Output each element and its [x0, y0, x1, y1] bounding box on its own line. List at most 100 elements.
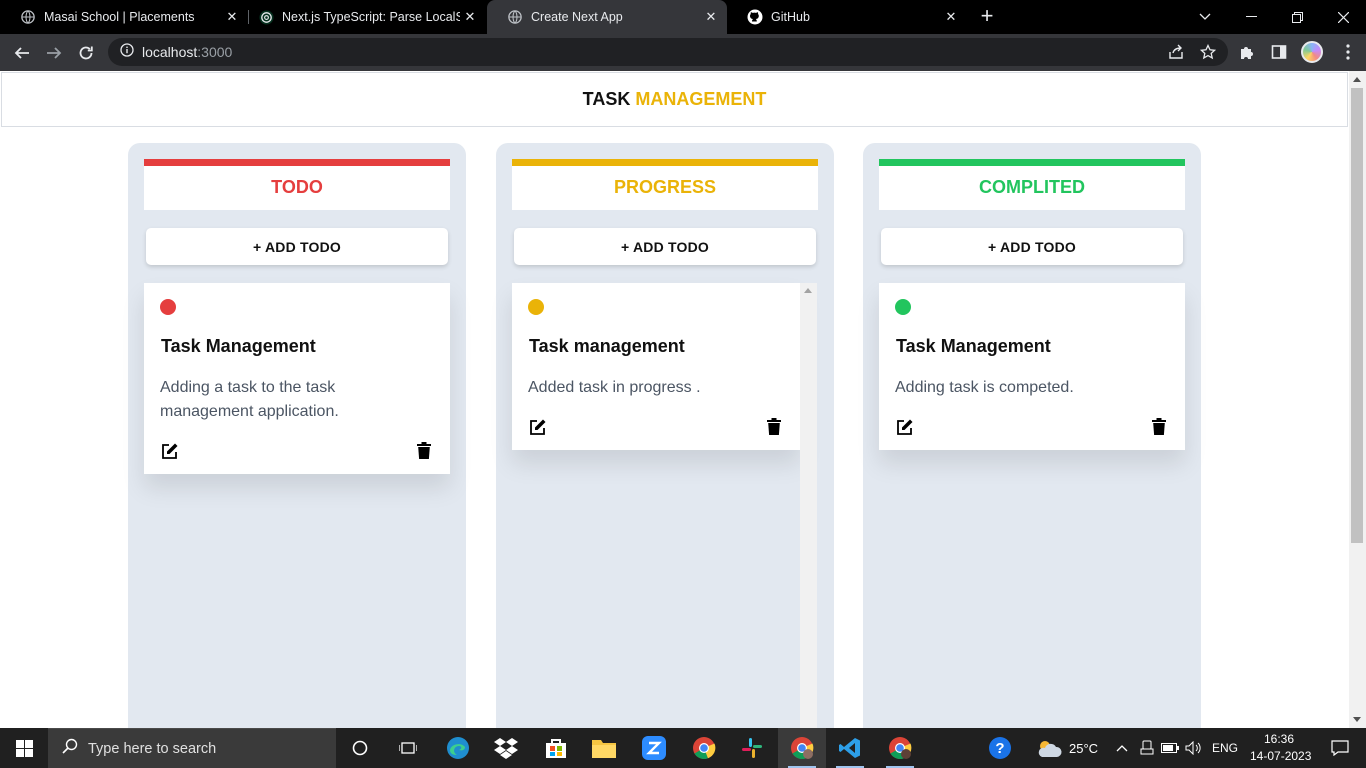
- status-dot: [160, 299, 176, 315]
- search-icon: [62, 738, 78, 759]
- column-title: COMPLITED: [979, 177, 1085, 197]
- chrome-icon[interactable]: [680, 728, 728, 768]
- weather-cloud-icon[interactable]: [1026, 728, 1072, 768]
- trash-icon[interactable]: [417, 442, 431, 460]
- app-header: TASK MANAGEMENT: [1, 72, 1348, 127]
- windows-taskbar: Type here to search ? 25°C ENG 16:36 14-…: [0, 728, 1366, 768]
- new-tab-plus-icon[interactable]: +: [976, 5, 998, 27]
- browser-toolbar: localhost:3000: [0, 34, 1366, 71]
- edit-icon[interactable]: [896, 418, 914, 436]
- tab-create-next-app[interactable]: Create Next App ✕: [487, 0, 727, 34]
- tab-title: Next.js TypeScript: Parse LocalSto: [282, 10, 460, 24]
- back-arrow-icon[interactable]: [9, 40, 35, 66]
- tab-github[interactable]: GitHub ✕: [727, 0, 967, 34]
- extensions-puzzle-icon[interactable]: [1237, 42, 1257, 62]
- battery-icon[interactable]: [1158, 728, 1182, 768]
- column-color-bar: [879, 159, 1185, 166]
- close-icon[interactable]: ✕: [701, 9, 721, 25]
- column-color-bar: [144, 159, 450, 166]
- input-language[interactable]: ENG: [1212, 741, 1238, 755]
- taskbar-search-box[interactable]: Type here to search: [48, 728, 336, 768]
- task-description: Added task in progress .: [528, 379, 701, 396]
- column-title: TODO: [271, 177, 323, 197]
- task-title: Task management: [529, 336, 685, 356]
- trash-icon[interactable]: [767, 418, 781, 436]
- add-todo-button[interactable]: + ADD TODO: [881, 228, 1183, 265]
- scrollbar-thumb[interactable]: [1351, 88, 1363, 543]
- restore-icon[interactable]: [1274, 0, 1320, 34]
- chrome-profile-active-icon[interactable]: [778, 728, 826, 768]
- tab-title: GitHub: [771, 10, 810, 24]
- trash-icon[interactable]: [1152, 418, 1166, 436]
- github-icon: [747, 9, 763, 25]
- close-icon[interactable]: ✕: [941, 9, 961, 25]
- close-icon[interactable]: ✕: [460, 9, 480, 25]
- column-header: COMPLITED: [879, 159, 1185, 210]
- add-todo-button[interactable]: + ADD TODO: [514, 228, 816, 265]
- profile-avatar[interactable]: [1301, 41, 1323, 63]
- dropbox-icon[interactable]: [482, 728, 530, 768]
- app-title-management: MANAGEMENT: [635, 89, 767, 109]
- more-vertical-icon[interactable]: [1338, 42, 1358, 62]
- share-icon[interactable]: [1166, 42, 1186, 62]
- chatgpt-icon: [258, 9, 274, 25]
- url-port: :3000: [197, 44, 233, 60]
- minimize-icon[interactable]: [1228, 0, 1274, 34]
- edit-icon[interactable]: [529, 418, 547, 436]
- task-card: Task Management Adding a task to the tas…: [144, 283, 450, 474]
- url-host: localhost: [142, 44, 198, 60]
- forward-arrow-icon[interactable]: [41, 40, 67, 66]
- page-scrollbar[interactable]: [1349, 71, 1366, 728]
- vscode-icon[interactable]: [826, 728, 874, 768]
- scroll-up-arrow-icon[interactable]: [804, 288, 812, 293]
- notification-icon[interactable]: [1316, 728, 1364, 768]
- column-todo: TODO + ADD TODO Task Management Adding a…: [128, 143, 466, 728]
- task-card: Task management Added task in progress .: [512, 283, 800, 450]
- volume-icon[interactable]: [1182, 728, 1206, 768]
- scroll-down-arrow-icon[interactable]: [1353, 717, 1361, 722]
- scroll-up-arrow-icon[interactable]: [1353, 77, 1361, 82]
- meet-now-icon[interactable]: [1136, 728, 1158, 768]
- status-dot: [895, 299, 911, 315]
- app-title-task: TASK: [582, 89, 631, 109]
- weather-temperature[interactable]: 25°C: [1069, 741, 1098, 756]
- browser-tab-strip: Masai School | Placements ✕ Next.js Type…: [0, 0, 1366, 34]
- task-description: Adding a task to the task management app…: [160, 379, 339, 420]
- task-view-icon[interactable]: [384, 728, 432, 768]
- tab-title: Masai School | Placements: [44, 10, 195, 24]
- column-header: TODO: [144, 159, 450, 210]
- reload-icon[interactable]: [73, 40, 99, 66]
- chrome-profile-icon[interactable]: [876, 728, 924, 768]
- tab-title: Create Next App: [531, 10, 623, 24]
- column-color-bar: [512, 159, 818, 166]
- tab-nextjs-typescript[interactable]: Next.js TypeScript: Parse LocalSto ✕: [238, 0, 486, 34]
- windows-start-icon[interactable]: [0, 728, 48, 768]
- status-dot: [528, 299, 544, 315]
- column-completed: COMPLITED + ADD TODO Task Management Add…: [863, 143, 1201, 728]
- chevron-up-icon[interactable]: [1110, 728, 1134, 768]
- bookmark-star-icon[interactable]: [1198, 42, 1218, 62]
- task-card: Task Management Adding task is competed.: [879, 283, 1185, 450]
- microsoft-store-icon[interactable]: [532, 728, 580, 768]
- globe-icon: [507, 9, 523, 25]
- help-question-icon[interactable]: ?: [976, 728, 1024, 768]
- edge-browser-icon[interactable]: [434, 728, 482, 768]
- cortana-icon[interactable]: [336, 728, 384, 768]
- side-panel-icon[interactable]: [1269, 42, 1289, 62]
- page-viewport: TASK MANAGEMENT TODO + ADD TODO Task Man…: [0, 71, 1349, 728]
- close-window-icon[interactable]: [1320, 0, 1366, 34]
- add-todo-button[interactable]: + ADD TODO: [146, 228, 448, 265]
- file-explorer-icon[interactable]: [580, 728, 628, 768]
- zoom-icon[interactable]: [630, 728, 678, 768]
- clock-date[interactable]: 14-07-2023: [1250, 749, 1311, 763]
- info-icon[interactable]: [120, 42, 134, 62]
- edit-icon[interactable]: [161, 442, 179, 460]
- column-progress: PROGRESS + ADD TODO Task management Adde…: [496, 143, 834, 728]
- address-bar[interactable]: localhost:3000: [108, 38, 1228, 66]
- column-scrollbar[interactable]: [800, 283, 817, 728]
- task-title: Task Management: [896, 336, 1051, 356]
- clock-time[interactable]: 16:36: [1264, 732, 1294, 746]
- tab-search-chevron-down-icon[interactable]: [1182, 0, 1228, 34]
- tab-masai-placements[interactable]: Masai School | Placements ✕: [0, 0, 248, 34]
- slack-icon[interactable]: [728, 728, 776, 768]
